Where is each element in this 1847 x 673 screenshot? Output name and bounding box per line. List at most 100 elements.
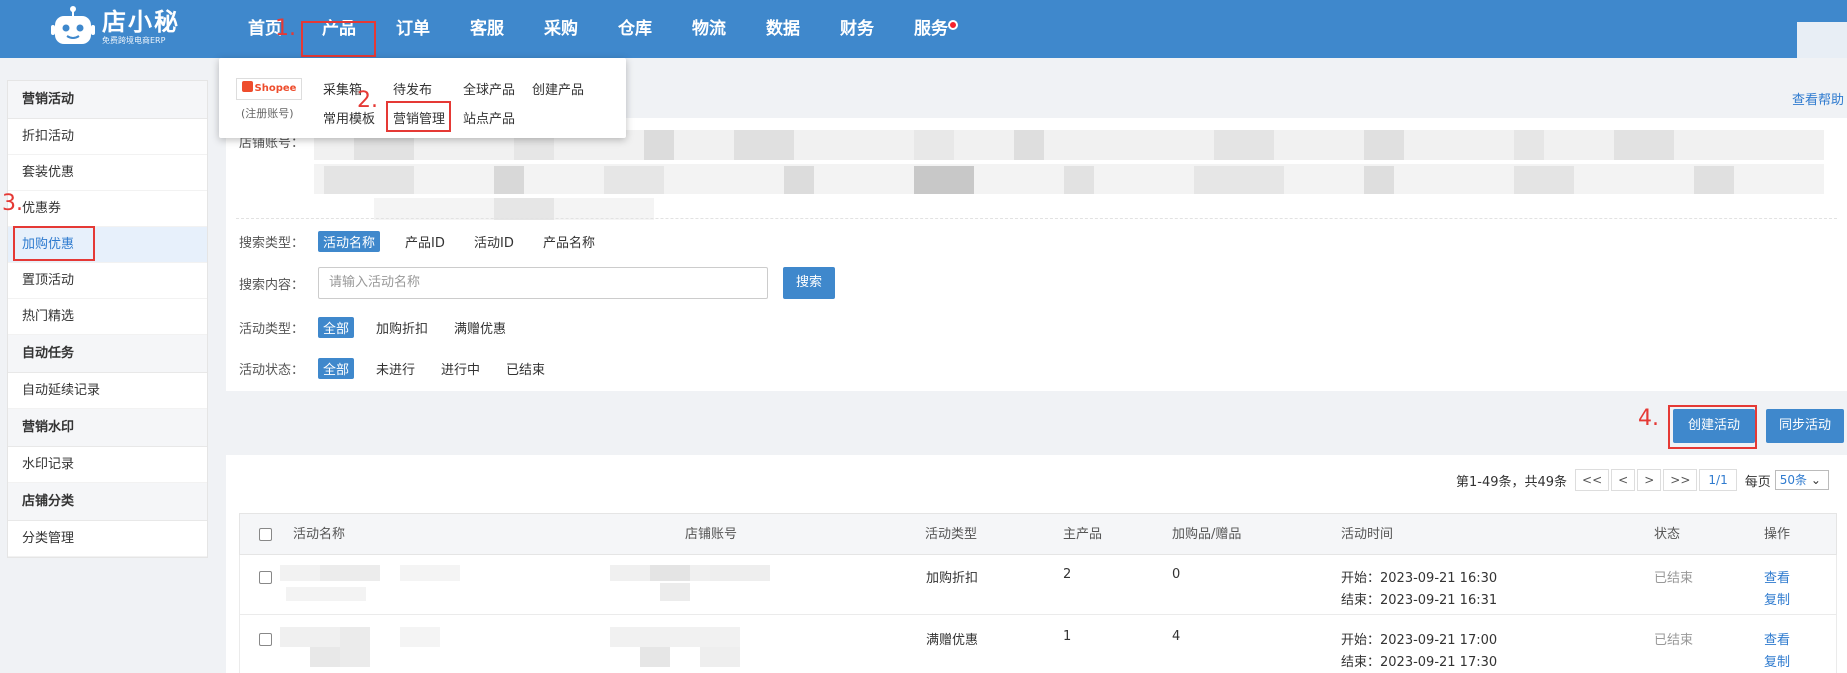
help-link[interactable]: 查看帮助 [1792, 89, 1844, 108]
nav-finance[interactable]: 财务 [820, 0, 894, 58]
menu-site-products[interactable]: 站点产品 [463, 108, 515, 127]
row-name-account-blurred [280, 623, 880, 669]
col-activity-name: 活动名称 [293, 527, 346, 542]
row-start-time: 开始：2023-09-21 17:00 [1341, 633, 1498, 648]
row-copy-link[interactable]: 复制 [1764, 589, 1790, 608]
user-avatar-area[interactable] [1797, 22, 1847, 58]
activity-status-ended[interactable]: 已结束 [506, 359, 545, 378]
table-row: 满赠优惠 1 4 开始：2023-09-21 17:00 结束：2023-09-… [239, 615, 1837, 673]
nav-customer-service[interactable]: 客服 [450, 0, 524, 58]
row-addon-count: 4 [1172, 629, 1181, 644]
activity-list-panel: 第1-49条，共49条 << < > >> 1/1 每页 50条 ⌄ 活动名称 … [226, 455, 1847, 673]
step-1-highlight [301, 21, 376, 57]
sidebar-group-marketing: 营销活动 [8, 81, 207, 119]
pager-next-button[interactable]: > [1637, 469, 1662, 491]
row-status: 已结束 [1654, 571, 1694, 586]
row-main-product-count: 1 [1063, 629, 1072, 644]
sidebar-item-auto-renew-log[interactable]: 自动延续记录 [8, 373, 207, 409]
col-shop-account: 店铺账号 [685, 527, 738, 542]
activity-type-label: 活动类型： [239, 322, 305, 337]
step-4-label: 4. [1638, 406, 1659, 431]
row-checkbox[interactable] [259, 633, 272, 646]
step-1-label: 1. [275, 16, 296, 41]
search-type-product-id[interactable]: 产品ID [405, 232, 445, 251]
row-main-product-count: 2 [1063, 567, 1072, 582]
search-type-activity-name[interactable]: 活动名称 [318, 231, 381, 252]
sidebar-item-voucher[interactable]: 优惠券 [8, 191, 207, 227]
sync-activity-button[interactable]: 同步活动 [1766, 409, 1844, 443]
robot-logo-icon [50, 5, 96, 49]
search-input[interactable]: 请输入活动名称 [318, 267, 768, 299]
nav-logistics[interactable]: 物流 [672, 0, 746, 58]
sidebar-group-watermark: 营销水印 [8, 409, 207, 447]
col-addon-gift: 加购品/赠品 [1172, 527, 1242, 542]
table-row: 加购折扣 2 0 开始：2023-09-21 16:30 结束：2023-09-… [239, 555, 1837, 615]
activity-status-all[interactable]: 全部 [318, 358, 355, 379]
filter-panel: 店铺账号： 搜索类型： 活动名称 产品ID 活动ID 产品名称 搜索内容： 请输… [226, 118, 1847, 391]
sidebar-item-top-picks[interactable]: 热门精选 [8, 299, 207, 335]
nav-services[interactable]: 服务 [894, 0, 968, 58]
nav-warehouse[interactable]: 仓库 [598, 0, 672, 58]
sidebar-item-watermark-log[interactable]: 水印记录 [8, 447, 207, 483]
row-view-link[interactable]: 查看 [1764, 567, 1790, 586]
col-activity-type: 活动类型 [925, 527, 978, 542]
activity-type-all[interactable]: 全部 [318, 317, 355, 338]
row-checkbox[interactable] [259, 571, 272, 584]
pager-last-button[interactable]: >> [1663, 469, 1698, 491]
notification-dot [948, 20, 958, 30]
step-3-highlight [13, 226, 95, 261]
activity-status-label: 活动状态： [239, 363, 305, 378]
nav-data[interactable]: 数据 [746, 0, 820, 58]
step-2-highlight [386, 101, 451, 132]
sidebar-group-shop-category: 店铺分类 [8, 483, 207, 521]
sidebar-item-bundle[interactable]: 套装优惠 [8, 155, 207, 191]
row-end-time: 结束：2023-09-21 17:30 [1341, 655, 1498, 670]
nav-purchasing[interactable]: 采购 [524, 0, 598, 58]
search-type-activity-id[interactable]: 活动ID [474, 232, 514, 251]
activity-status-ongoing[interactable]: 进行中 [441, 359, 480, 378]
menu-create-product[interactable]: 创建产品 [532, 79, 584, 98]
row-end-time: 结束：2023-09-21 16:31 [1341, 593, 1498, 608]
step-4-highlight [1668, 405, 1757, 449]
menu-pending-publish[interactable]: 待发布 [393, 79, 432, 98]
pager-per-page-label: 每页 [1744, 474, 1771, 490]
shop-account-list-blurred [314, 126, 1824, 222]
row-view-link[interactable]: 查看 [1764, 629, 1790, 648]
row-copy-link[interactable]: 复制 [1764, 651, 1790, 670]
nav-orders[interactable]: 订单 [376, 0, 450, 58]
activity-type-add-on-discount[interactable]: 加购折扣 [376, 318, 428, 337]
sidebar-item-boost[interactable]: 置顶活动 [8, 263, 207, 299]
pager-current-page[interactable]: 1/1 [1699, 469, 1737, 491]
table-header: 活动名称 店铺账号 活动类型 主产品 加购品/赠品 活动时间 状态 操作 [239, 513, 1837, 555]
pagination: 第1-49条，共49条 << < > >> 1/1 每页 50条 ⌄ [1456, 469, 1829, 491]
menu-global-products[interactable]: 全球产品 [463, 79, 515, 98]
sidebar: 营销活动 折扣活动 套装优惠 优惠券 加购优惠 置顶活动 热门精选 自动任务 自… [7, 80, 208, 558]
app-logo[interactable]: 店小秘 免费跨境电商ERP [50, 5, 180, 49]
activity-type-gift-with-purchase[interactable]: 满赠优惠 [454, 318, 506, 337]
row-activity-type: 满赠优惠 [926, 633, 979, 648]
row-addon-count: 0 [1172, 567, 1181, 582]
pager-first-button[interactable]: << [1575, 469, 1610, 491]
pager-per-page-value: 50条 [1779, 473, 1807, 487]
search-button[interactable]: 搜索 [783, 267, 835, 299]
search-type-product-name[interactable]: 产品名称 [543, 232, 595, 251]
row-name-account-blurred [280, 563, 880, 607]
shopee-account-note: (注册账号) [241, 107, 294, 120]
activity-status-upcoming[interactable]: 未进行 [376, 359, 415, 378]
row-status: 已结束 [1654, 633, 1694, 648]
col-status: 状态 [1654, 527, 1681, 542]
sidebar-group-auto-tasks: 自动任务 [8, 335, 207, 373]
pager-per-page-select[interactable]: 50条 ⌄ [1774, 470, 1829, 490]
sidebar-item-category-manage[interactable]: 分类管理 [8, 521, 207, 557]
search-type-label: 搜索类型： [239, 236, 305, 251]
logo-subtitle: 免费跨境电商ERP [102, 36, 166, 45]
pager-prev-button[interactable]: < [1611, 469, 1636, 491]
step-2-label: 2. [357, 88, 378, 113]
shopee-logo[interactable]: Shopee [236, 78, 302, 100]
select-all-checkbox[interactable] [259, 528, 272, 541]
shopee-bag-icon [241, 81, 253, 92]
shopee-label: Shopee [254, 83, 297, 94]
sidebar-item-discount[interactable]: 折扣活动 [8, 119, 207, 155]
col-main-product: 主产品 [1063, 527, 1103, 542]
col-activity-time: 活动时间 [1341, 527, 1394, 542]
